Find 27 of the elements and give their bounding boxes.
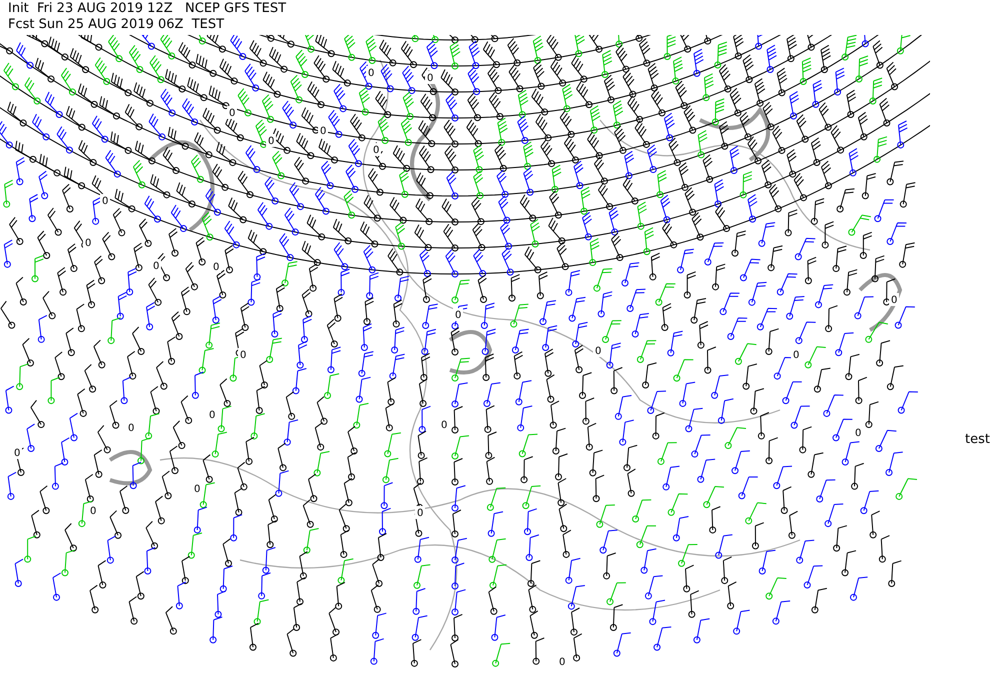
contour-label: 0 [90,506,96,517]
contour-label: 0 [793,350,800,361]
contour-label: 0 [559,657,566,668]
contour-label: 0 [14,448,20,459]
contour-label: 0 [209,410,216,421]
contour-label: 0 [320,126,326,137]
contour-label: 0 [229,108,236,119]
contour-label: 0 [427,73,434,84]
contour-label: 0 [441,420,448,431]
contour-label: 0 [268,136,274,147]
contour-label: 0 [368,68,374,79]
contour-label: 0 [855,428,862,439]
contour-label: 0 [417,508,424,519]
contour-label: 0 [102,196,108,207]
contour-label: 0 [128,423,134,434]
contour-label: 0 [240,350,246,361]
side-label: test [965,432,990,447]
init-time-label: Init Fri 23 AUG 2019 12Z NCEP GFS TEST [8,1,286,17]
contour-label: 0 [455,310,462,321]
contour-label: 0 [153,261,160,272]
forecast-time-label: Fcst Sun 25 AUG 2019 06Z TEST [8,17,226,33]
contour-label: 0 [213,262,220,273]
contour-label: 0 [595,346,602,357]
contour-label: 0 [373,145,380,156]
contour-label: 0 [85,238,92,249]
contour-label: 0 [194,484,200,495]
contour-label: 0 [891,295,898,306]
